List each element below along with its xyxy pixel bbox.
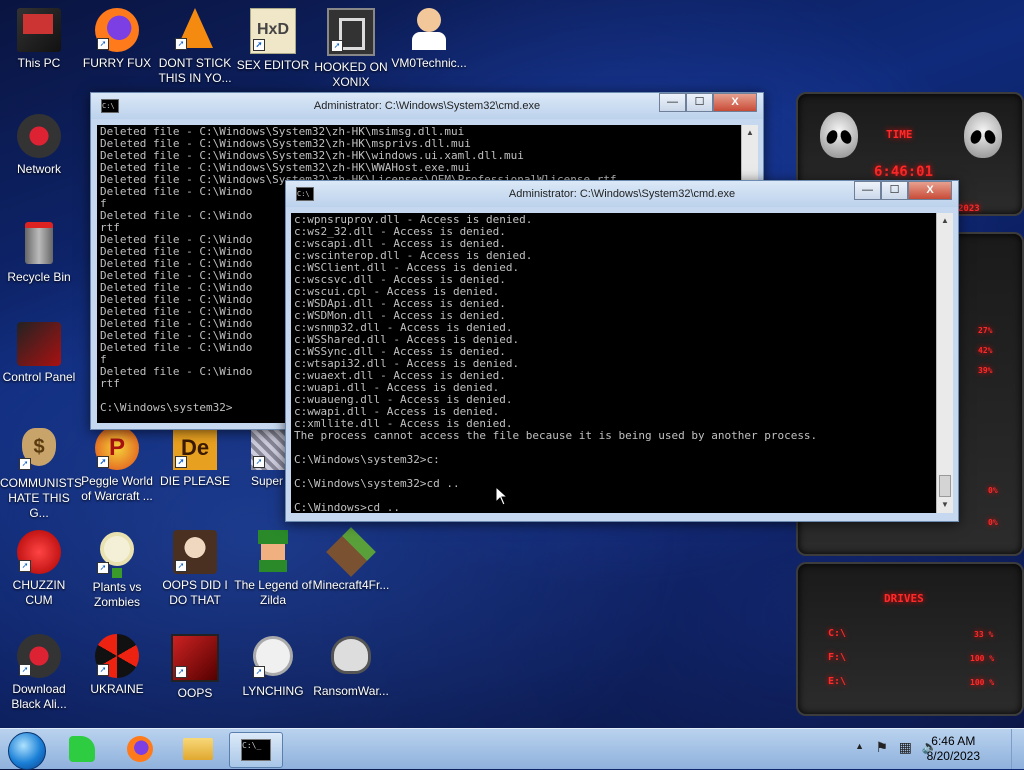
start-button[interactable] (8, 732, 46, 770)
clock[interactable]: 6:46 AM 8/20/2023 (927, 734, 980, 764)
desktop-icon-dont-stick[interactable]: ➚ DONT STICK THIS IN YO... (156, 8, 234, 86)
date-value: 2023 (958, 204, 980, 214)
scroll-up-arrow-icon[interactable]: ▲ (937, 213, 953, 229)
grass-block-icon (326, 527, 376, 577)
desktop-icon-chuzzin[interactable]: ➚ CHUZZIN CUM (0, 530, 78, 608)
time-value: 6:46:01 (874, 164, 934, 180)
notes-icon (69, 736, 95, 762)
peggle-icon: P ➚ (95, 426, 139, 470)
close-button[interactable]: X (713, 93, 757, 112)
alien-head-left-icon (820, 112, 858, 158)
maximize-button[interactable]: ☐ (686, 93, 713, 112)
drive-value: 100 % (970, 678, 995, 687)
stat-value: 0% (988, 486, 998, 495)
drive-value: 33 % (974, 630, 994, 639)
desktop-icon-vm0technic[interactable]: VM0Technic... (390, 8, 468, 71)
stat-value: 27% (978, 326, 993, 335)
vertical-scrollbar[interactable]: ▲ ▼ (936, 213, 953, 513)
alien-orb-icon: ➚ (17, 634, 61, 678)
folder-icon (183, 738, 213, 760)
minimize-button[interactable]: — (659, 93, 686, 112)
close-button[interactable]: X (908, 181, 952, 200)
window-title-bar[interactable]: C:\ Administrator: C:\Windows\System32\c… (286, 181, 958, 207)
desktop-icon-minecraft[interactable]: Minecraft4Fr... (312, 527, 390, 593)
stat-value: 0% (988, 518, 998, 527)
desktop-icon-this-pc[interactable]: This PC (0, 8, 78, 71)
scroll-thumb[interactable] (939, 475, 951, 497)
minimize-button[interactable]: — (854, 181, 881, 200)
link-sprite-icon (251, 530, 295, 574)
badge-icon: ➚ (251, 636, 295, 680)
taskbar-cmd[interactable]: C:\_ (229, 732, 283, 768)
desktop-icon-control-panel[interactable]: Control Panel (0, 322, 78, 385)
portrait-icon: ➚ (173, 530, 217, 574)
money-bag-icon: $ ➚ (17, 428, 61, 472)
taskbar-file-explorer[interactable] (174, 732, 222, 766)
vlc-cone-icon: ➚ (173, 8, 217, 52)
desktop-icon-download-black-ali[interactable]: ➚ Download Black Ali... (0, 634, 78, 712)
console-line: C:\Windows>cd .. (294, 501, 400, 514)
drive-label: C:\ (828, 628, 847, 639)
alien-orb-icon (17, 114, 61, 158)
desktop-icon-furry-fux[interactable]: ➚ FURRY FUX (78, 8, 156, 71)
radiation-icon: ➚ (95, 634, 139, 678)
hxd-icon: HxD ➚ (250, 8, 296, 54)
console-line: C:\Windows\system32>cd .. (294, 477, 460, 490)
drive-label: F:\ (828, 652, 847, 663)
maximize-button[interactable]: ☐ (881, 181, 908, 200)
show-desktop-button[interactable] (1011, 729, 1024, 769)
cmd-window-front[interactable]: C:\ Administrator: C:\Windows\System32\c… (285, 180, 959, 522)
desktop-icon-oops[interactable]: ➚ OOPS (156, 634, 234, 701)
desktop-icon-recycle-bin[interactable]: Recycle Bin (0, 218, 78, 285)
firefox-icon: ➚ (95, 8, 139, 52)
firefox-icon (127, 736, 153, 762)
chuzzle-icon: ➚ (17, 530, 61, 574)
desktop-icon-plants-vs-zombies[interactable]: ➚ Plants vs Zombies (78, 530, 156, 610)
stat-value: 39% (978, 366, 993, 375)
recycle-bin-icon (17, 222, 61, 266)
desktop-icon-network[interactable]: Network (0, 114, 78, 177)
desktop-icon-die-please[interactable]: De ➚ DIE PLEASE (156, 426, 234, 489)
taskbar-firefox[interactable] (116, 732, 164, 766)
drives-panel: DRIVES C:\ 33 % F:\ 100 % E:\ 100 % (796, 562, 1024, 716)
desktop-icon-communists[interactable]: $ ➚ COMMUNISTS HATE THIS G... (0, 426, 82, 521)
control-panel-icon (17, 322, 61, 366)
computer-icon (17, 8, 61, 52)
taskbar: C:\_ ▲ ⚑ ▦ 🔈 6:46 AM 8/20/2023 (0, 728, 1024, 770)
drive-label: E:\ (828, 676, 847, 687)
show-hidden-icons-arrow-icon[interactable]: ▲ (855, 741, 864, 751)
desktop-icon-sex-editor[interactable]: HxD ➚ SEX EDITOR (234, 8, 312, 73)
drive-value: 100 % (970, 654, 995, 663)
skull-icon (329, 636, 373, 680)
desktop-icon-oops-did-i[interactable]: ➚ OOPS DID I DO THAT (156, 530, 234, 608)
clock-time: 6:46 AM (931, 734, 976, 748)
scroll-down-arrow-icon[interactable]: ▼ (937, 497, 953, 513)
desktop-icon-legend-of-zilda[interactable]: The Legend of Zilda (234, 530, 312, 608)
die-icon: De ➚ (173, 426, 217, 470)
taskbar-notes-app[interactable] (58, 732, 106, 766)
console-line: C:\Windows\system32>c: (294, 453, 440, 466)
cmd-icon: C:\_ (241, 739, 271, 761)
action-center-flag-icon[interactable]: ⚑ (875, 739, 888, 756)
clock-date: 8/20/2023 (926, 749, 980, 763)
desktop-icon-ransomware[interactable]: RansomWar... (312, 634, 390, 699)
console-output[interactable]: c:wpnsruprov.dll - Access is denied. c:ws… (291, 213, 936, 513)
console-line: The process cannot access the file becau… (294, 429, 818, 442)
doctor-icon (407, 8, 451, 52)
window-title-bar[interactable]: C:\ Administrator: C:\Windows\System32\c… (91, 93, 763, 119)
mouse-cursor-icon (495, 486, 509, 506)
desktop-icon-lynching[interactable]: ➚ LYNCHING (234, 634, 312, 699)
time-label: TIME (886, 128, 913, 141)
stat-value: 42% (978, 346, 993, 355)
scroll-up-arrow-icon[interactable]: ▲ (742, 125, 758, 141)
plant-icon: ➚ (95, 532, 139, 578)
network-icon[interactable]: ▦ (899, 739, 912, 756)
alien-head-right-icon (964, 112, 1002, 158)
desktop-icon-ukraine[interactable]: ➚ UKRAINE (78, 634, 156, 697)
desktop-icon-hooked-on-xonix[interactable]: ➚ HOOKED ON XONIX (312, 8, 390, 90)
red-box-icon: ➚ (171, 634, 219, 682)
desktop-icon-peggle[interactable]: P ➚ Peggle World of Warcraft ... (78, 426, 156, 504)
xonix-icon: ➚ (327, 8, 375, 56)
drives-label: DRIVES (884, 592, 924, 605)
